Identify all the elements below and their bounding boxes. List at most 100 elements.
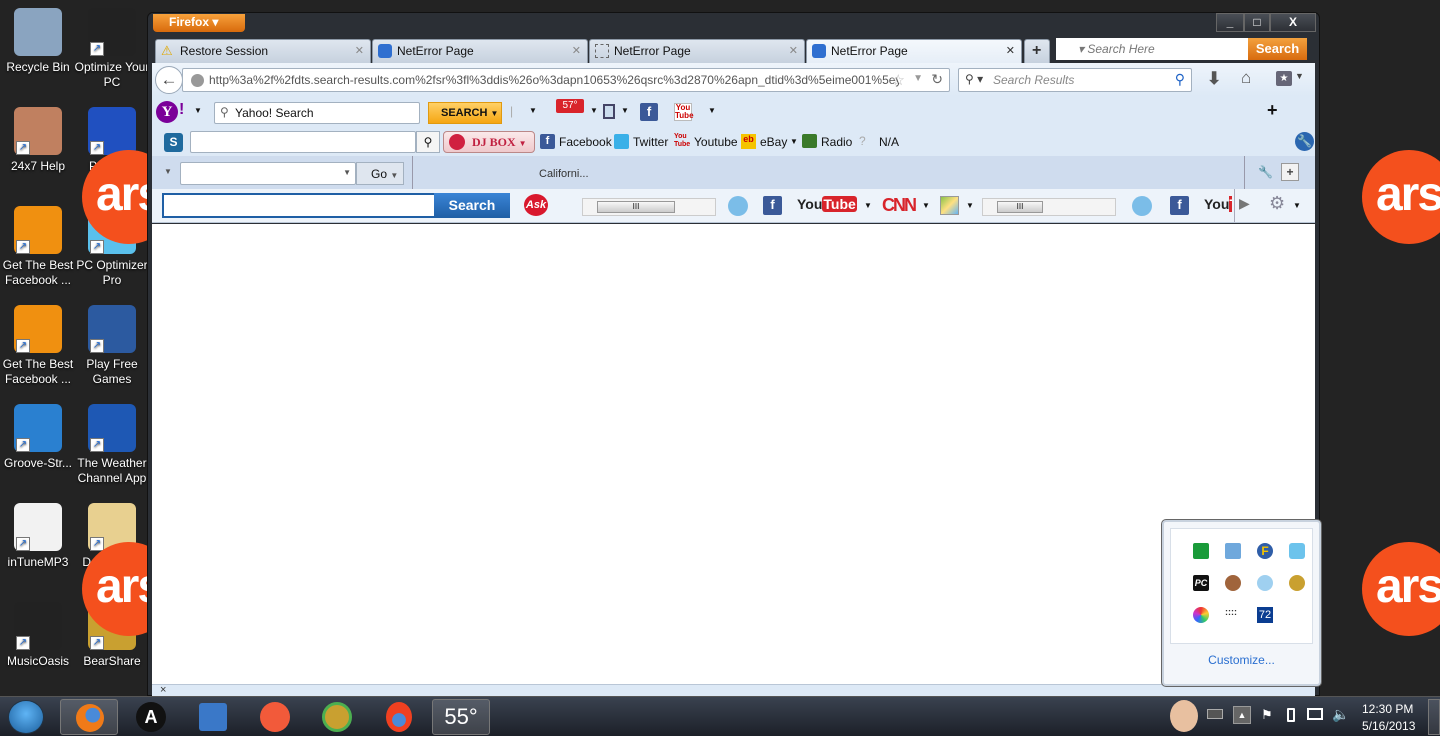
desktop-icon[interactable]: ↗ Get The Best Facebook ... <box>0 206 76 288</box>
settings-wrench-icon[interactable]: 🔧 <box>1295 132 1314 151</box>
chevron-down-icon[interactable]: ▼ <box>164 167 172 176</box>
pc-tray-icon[interactable]: PC <box>1193 575 1209 591</box>
desktop-icon[interactable]: ↗ Groove-Str... <box>0 404 76 471</box>
close-tab-icon[interactable]: ✕ <box>572 44 581 57</box>
show-desktop-button[interactable] <box>1428 699 1440 735</box>
show-hidden-icons-button[interactable]: ▲ <box>1233 706 1251 724</box>
yahoo-logo-icon[interactable]: Y <box>156 101 178 123</box>
cnn-logo[interactable]: CNN <box>882 195 917 216</box>
keyboard-icon[interactable] <box>1207 709 1223 719</box>
chevron-down-icon[interactable]: ▼ <box>194 106 202 115</box>
twitter-link[interactable]: Twitter <box>633 135 668 149</box>
volume-muted-icon[interactable]: 🔈 <box>1332 706 1349 723</box>
location-label[interactable]: Californi... <box>539 168 589 180</box>
news-icon[interactable] <box>603 104 615 119</box>
desktop-icon[interactable]: ↗ inTuneMP3 <box>0 503 76 570</box>
chevron-down-icon[interactable]: ▼ <box>966 201 974 210</box>
clock-time[interactable]: 12:30 PM <box>1362 702 1413 716</box>
start-button[interactable] <box>8 700 44 734</box>
taskbar-avast-icon[interactable]: A <box>136 702 166 732</box>
snowflake-icon[interactable] <box>728 196 748 216</box>
yahoo-search-button[interactable]: SEARCH ▼ <box>428 102 502 124</box>
history-dropdown-icon[interactable]: ▼ <box>913 73 923 84</box>
desktop-icon[interactable]: ↗ 24x7 Help <box>0 107 76 174</box>
go-button[interactable]: Go ▼ <box>356 162 404 185</box>
youtube-link[interactable]: Youtube <box>694 135 738 149</box>
scrollbar-thumb[interactable]: III <box>597 201 675 213</box>
bookmark-star-icon[interactable]: ☆ <box>892 71 905 89</box>
color-wheel-tray-icon[interactable] <box>1193 607 1209 623</box>
go-dropdown-input[interactable]: ▼ <box>180 162 356 185</box>
taskbar-browser-icon[interactable] <box>386 702 412 732</box>
close-window-button[interactable]: X <box>1270 13 1316 32</box>
clock-date[interactable]: 5/16/2013 <box>1362 719 1415 733</box>
google-maps-icon[interactable] <box>940 196 959 215</box>
url-bar[interactable]: http%3a%2f%2fdts.search-results.com%2fsr… <box>182 68 950 92</box>
yahoo-search-input[interactable]: ⚲ Yahoo! Search <box>214 102 420 124</box>
taskbar-firefox[interactable] <box>60 699 118 735</box>
chevron-down-icon[interactable]: ▼ <box>708 106 716 115</box>
wrench-icon[interactable]: 🔧 <box>1258 165 1273 179</box>
tab-search-button[interactable]: Search <box>1248 38 1307 60</box>
home-icon[interactable]: ⌂ <box>1241 68 1251 88</box>
chevron-down-icon[interactable]: ▼ <box>529 106 537 115</box>
dj-box-button[interactable]: DJ BOX ▼ <box>443 131 535 153</box>
chevron-down-icon[interactable]: ▼ <box>790 137 798 146</box>
tab-search-input[interactable]: ▾ Search Here <box>1056 38 1248 60</box>
ask-search-input[interactable] <box>162 193 436 218</box>
add-button[interactable]: + <box>1267 100 1278 121</box>
help-agent-tray-icon[interactable] <box>1225 575 1241 591</box>
chevron-down-icon[interactable]: ▼ <box>1293 201 1301 210</box>
horizontal-scrollbar[interactable]: III <box>982 198 1116 216</box>
facebook-icon[interactable]: f <box>1170 196 1189 215</box>
firefox-menu-button[interactable]: Firefox ▾ <box>153 14 245 32</box>
new-tab-button[interactable]: + <box>1024 39 1050 63</box>
taskbar-weather[interactable]: 55° <box>432 699 490 735</box>
desktop-icon[interactable]: ↗ Play Free Games <box>74 305 150 387</box>
chevron-down-icon[interactable]: ▼ <box>864 201 872 210</box>
add-widget-button[interactable]: + <box>1281 163 1299 181</box>
close-tab-icon[interactable]: ✕ <box>355 44 364 57</box>
customize-link[interactable]: Customize... <box>1164 653 1319 667</box>
chevron-down-icon[interactable]: ▼ <box>1295 71 1304 81</box>
radio-link[interactable]: Radio <box>821 135 852 149</box>
desktop-icon[interactable]: Recycle Bin <box>0 8 76 75</box>
chevron-down-icon[interactable]: ▼ <box>621 106 629 115</box>
tab-restore-session[interactable]: ⚠ Restore Session ✕ <box>155 39 371 63</box>
gear-icon[interactable]: ⚙ <box>1269 193 1285 214</box>
horizontal-scrollbar[interactable]: III <box>582 198 716 216</box>
temperature-tray-icon[interactable]: 72 <box>1257 607 1273 623</box>
pc-optimizer-tray-icon[interactable] <box>1289 543 1305 559</box>
close-bar-icon[interactable]: × <box>160 684 166 696</box>
minimize-button[interactable]: _ <box>1216 13 1244 32</box>
pixel-tray-icon[interactable]: :::: <box>1225 607 1241 623</box>
network-icon[interactable] <box>1307 708 1323 720</box>
taskbar-castle-icon[interactable] <box>199 703 227 731</box>
na-link[interactable]: N/A <box>879 135 899 149</box>
ebay-link[interactable]: eBay <box>760 135 787 149</box>
tab-neterror-1[interactable]: NetError Page ✕ <box>372 39 588 63</box>
search-results-input[interactable]: ⚲ ▾ Search Results ⚲ <box>958 68 1192 92</box>
chevron-down-icon[interactable]: ▼ <box>922 201 930 210</box>
weather-temp-badge[interactable]: 57° <box>556 99 584 113</box>
bearshare-tray-icon[interactable] <box>1289 575 1305 591</box>
check-tray-icon[interactable] <box>1193 543 1209 559</box>
dj-search-input[interactable] <box>190 131 416 153</box>
network-tray-icon[interactable] <box>1225 543 1241 559</box>
desktop-icon[interactable]: ↗ Optimize Your PC <box>74 8 150 90</box>
ask-logo-icon[interactable]: Ask <box>524 194 548 216</box>
youtube-icon[interactable]: You Tube <box>674 103 694 121</box>
maximize-button[interactable]: □ <box>1244 13 1270 32</box>
search-icon[interactable]: ⚲ <box>416 131 440 153</box>
snowflake-tray-icon[interactable] <box>1257 575 1273 591</box>
taskbar-bearshare-icon[interactable] <box>322 702 352 732</box>
action-center-flag-icon[interactable]: ⚑ <box>1261 707 1273 723</box>
desktop-icon[interactable]: ↗ The Weather Channel App <box>74 404 150 486</box>
desktop-icon[interactable]: ↗ Get The Best Facebook ... <box>0 305 76 387</box>
youtube-logo[interactable]: YouTube <box>797 196 857 212</box>
close-tab-icon[interactable]: ✕ <box>789 44 798 57</box>
downloads-icon[interactable]: ⬇ <box>1207 69 1221 89</box>
f-tray-icon[interactable]: F <box>1257 543 1273 559</box>
battery-icon[interactable] <box>1287 708 1295 722</box>
scroll-right-arrow[interactable]: ▶ <box>1239 195 1250 212</box>
